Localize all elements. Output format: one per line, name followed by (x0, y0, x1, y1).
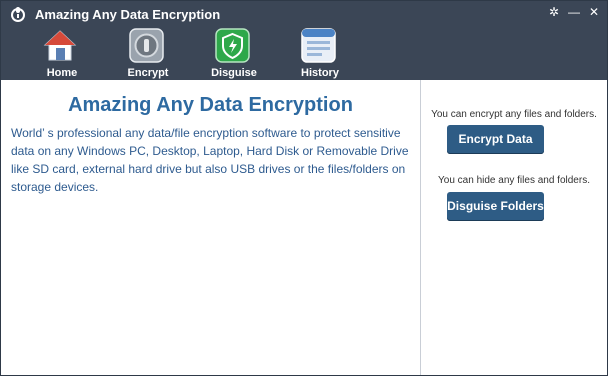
disguise-hint: You can hide any files and folders. (438, 175, 590, 186)
nav-label-home: Home (46, 67, 78, 79)
app-window: Amazing Any Data Encryption ✲ — ✕ Home E… (0, 0, 608, 376)
disguise-folders-button[interactable]: Disguise Folders (447, 192, 544, 221)
shield-icon (214, 27, 251, 64)
description-text: World’ s professional any data/file encr… (11, 126, 409, 194)
nav-label-disguise: Disguise (211, 67, 257, 79)
nav-item-home[interactable]: Home (27, 27, 113, 79)
info-panel: Amazing Any Data Encryption World’ s pro… (1, 80, 421, 375)
nav-label-encrypt: Encrypt (127, 67, 169, 79)
encrypt-data-button[interactable]: Encrypt Data (447, 125, 544, 154)
history-icon (300, 27, 337, 64)
app-logo-icon (9, 5, 27, 23)
title-bar: Amazing Any Data Encryption ✲ — ✕ Home E… (1, 1, 607, 80)
nav-item-disguise[interactable]: Disguise (199, 27, 285, 79)
settings-icon[interactable]: ✲ (547, 5, 561, 19)
lock-icon (128, 27, 165, 64)
encrypt-hint: You can encrypt any files and folders. (431, 109, 597, 120)
window-controls: ✲ — ✕ (547, 5, 601, 19)
nav-item-encrypt[interactable]: Encrypt (113, 27, 199, 79)
home-icon (42, 27, 79, 64)
page-title: Amazing Any Data Encryption (68, 94, 353, 116)
window-title: Amazing Any Data Encryption (35, 7, 221, 22)
nav-label-history: History (301, 67, 339, 79)
top-navigation: Home Encrypt Disguise History (27, 27, 371, 79)
nav-item-history[interactable]: History (285, 27, 371, 79)
close-icon[interactable]: ✕ (587, 5, 601, 19)
minimize-icon[interactable]: — (567, 5, 581, 19)
